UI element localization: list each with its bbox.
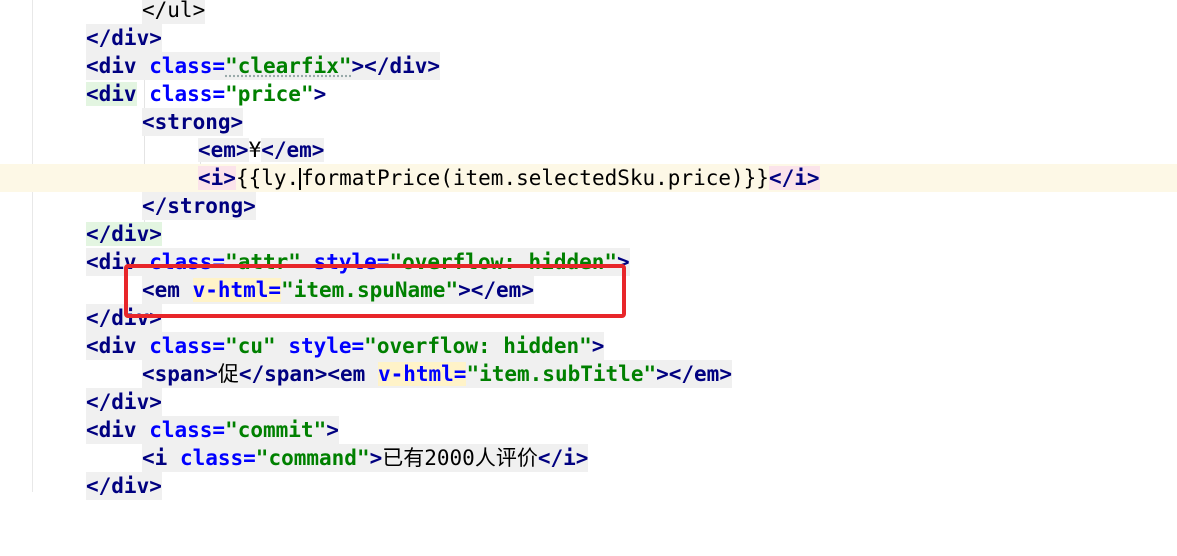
code-token: </div> [86,222,162,246]
code-token: <div class="commit"> [86,416,339,444]
red-highlight-box [124,264,626,318]
code-token: <strong> [142,108,244,136]
code-line[interactable]: </strong> [0,192,1177,220]
code-token: <i>{{ly.formatPrice(item.selectedSku.pri… [198,166,820,190]
code-token: <div class="price"> [86,82,327,106]
code-line[interactable]: <i class="command">已有2000人评价</i> [0,444,1177,472]
code-token: <i class="command">已有2000人评价</i> [142,444,589,472]
code-line[interactable]: <strong> [0,108,1177,136]
code-line[interactable]: <em>¥</em> [0,136,1177,164]
code-line[interactable]: <div class="clearfix"></div> [0,52,1177,80]
code-line[interactable]: </div> [0,24,1177,52]
code-line[interactable]: </div> [0,472,1177,500]
code-token: <em>¥</em> [198,138,325,162]
code-token: <span>促</span><em v-html="item.subTitle"… [142,360,732,388]
code-token: <div class="clearfix"></div> [86,52,441,80]
code-line[interactable]: <div class="price"> [0,80,1177,108]
code-token: </ul> [142,0,206,24]
code-token: </div> [86,472,162,500]
code-token: <div class="cu" style="overflow: hidden"… [86,332,605,360]
code-token: </div> [86,24,162,52]
code-line[interactable]: </div> [0,220,1177,248]
code-token: </strong> [142,192,256,220]
code-token: </div> [86,388,162,416]
code-line[interactable]: <div class="commit"> [0,416,1177,444]
code-line-current[interactable]: <i>{{ly.formatPrice(item.selectedSku.pri… [0,164,1177,192]
code-line[interactable]: </div> [0,388,1177,416]
code-line[interactable]: </ul> [0,0,1177,24]
code-line[interactable]: <span>促</span><em v-html="item.subTitle"… [0,360,1177,388]
code-editor[interactable]: </ul> </div> <div class="clearfix"></div… [0,0,1177,500]
text-caret [299,168,302,190]
code-line[interactable]: <div class="cu" style="overflow: hidden"… [0,332,1177,360]
